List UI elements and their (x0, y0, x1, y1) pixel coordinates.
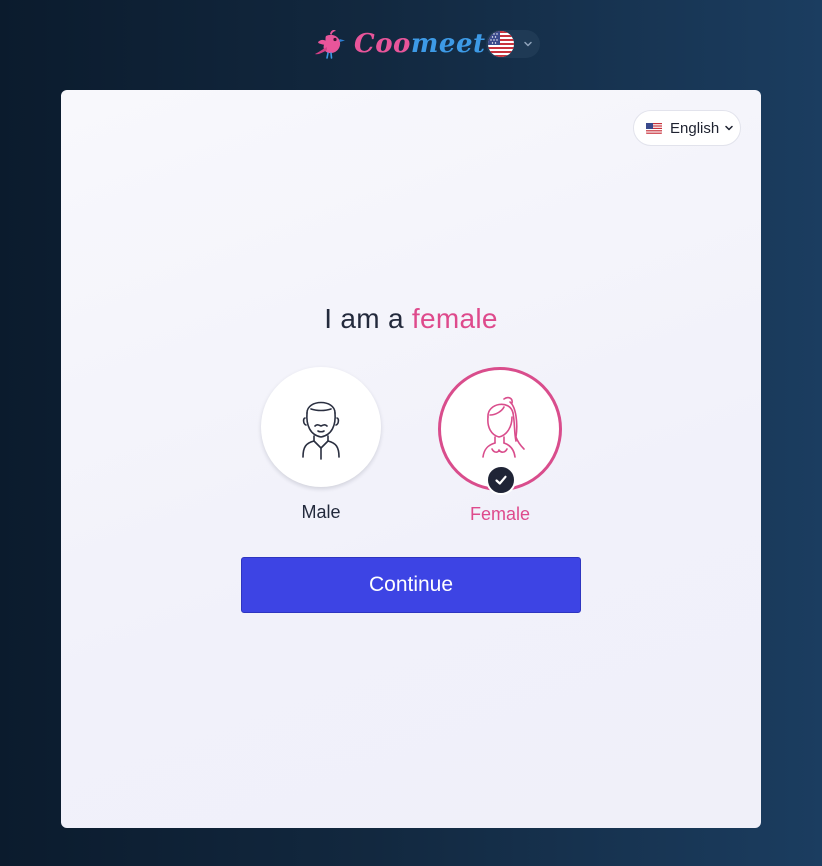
language-label: English (670, 119, 720, 137)
headline-prefix: I am a (324, 303, 404, 334)
language-selector[interactable]: English (633, 110, 741, 146)
female-avatar (438, 367, 562, 495)
chevron-down-icon (524, 41, 532, 47)
gender-option-male[interactable]: Male (257, 367, 385, 523)
coomeet-logo[interactable]: Coomeet (314, 28, 486, 60)
brand-name-part1: Coo (354, 29, 411, 59)
chevron-down-icon (725, 125, 733, 131)
brand-name: Coomeet (354, 28, 486, 60)
continue-button[interactable]: Continue (241, 557, 581, 613)
brand-name-part2: meet (410, 29, 486, 59)
gender-option-female[interactable]: Female (436, 367, 564, 525)
top-bar: Coomeet (0, 26, 822, 62)
page-title: I am a female (61, 303, 761, 335)
selected-check-badge (486, 465, 516, 495)
gender-selection-card: English I am a female Male Female Contin… (61, 90, 761, 828)
male-avatar (261, 367, 381, 487)
female-avatar-icon (482, 396, 525, 458)
header-language-selector[interactable] (486, 30, 540, 58)
checkmark-icon (495, 475, 507, 485)
gender-label-male: Male (301, 502, 341, 522)
male-avatar-icon (302, 401, 340, 460)
gender-label-female: Female (469, 504, 531, 524)
us-flag-icon (646, 122, 662, 134)
headline-selected-gender: female (411, 303, 498, 334)
bird-logo-icon (315, 30, 345, 59)
us-flag-icon (488, 31, 514, 57)
